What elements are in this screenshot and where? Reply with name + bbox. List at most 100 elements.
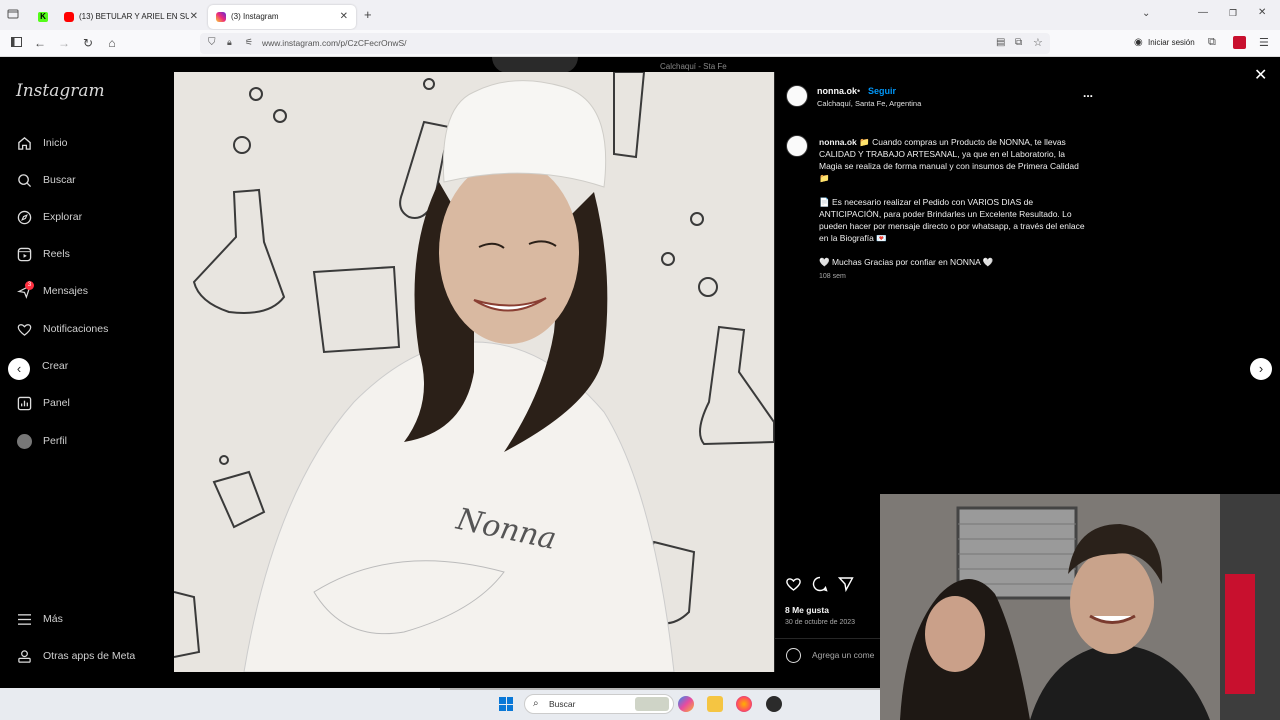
sidebar-item-inicio[interactable]: Inicio: [16, 133, 68, 153]
previous-post-button[interactable]: ‹: [8, 358, 30, 380]
sidebar-item-notificaciones[interactable]: Notificaciones: [16, 319, 108, 339]
reader-view-icon[interactable]: ▤: [996, 37, 1005, 48]
account-icon[interactable]: ◉: [1134, 37, 1143, 48]
follow-button[interactable]: Seguir: [868, 86, 896, 96]
close-icon[interactable]: ✕: [340, 11, 348, 22]
caption-paragraph-1: nonna.ok 📁 Cuando compras un Producto de…: [819, 136, 1089, 184]
sidebar-item-label: Crear: [42, 360, 69, 372]
tab-instagram[interactable]: (3) Instagram ✕: [208, 4, 356, 29]
dot-separator: •: [857, 86, 861, 96]
instagram-icon: [216, 11, 226, 22]
sidebar-item-mas[interactable]: Más: [16, 609, 63, 629]
kick-icon: K: [38, 11, 48, 22]
tab-kick[interactable]: K: [30, 5, 56, 29]
caption-age[interactable]: 108 sem: [819, 271, 1089, 283]
user-avatar[interactable]: [786, 85, 808, 107]
sidebar-item-crear[interactable]: Crear: [42, 356, 68, 376]
restore-icon[interactable]: ❐: [1229, 8, 1237, 19]
like-heart-icon[interactable]: [785, 576, 802, 597]
meta-apps-icon: [16, 648, 32, 664]
minimize-icon[interactable]: —: [1198, 7, 1208, 18]
caption-block: nonna.ok 📁 Cuando compras un Producto de…: [819, 136, 1089, 283]
home-icon[interactable]: ⌂: [105, 36, 119, 50]
taskbar-search-label: Buscar: [549, 699, 576, 709]
sidebar-item-label: Más: [43, 613, 63, 625]
url-text[interactable]: www.instagram.com/p/CzCFecrOnwS/: [262, 38, 407, 48]
next-post-button[interactable]: ›: [1250, 358, 1272, 380]
sidebar-item-meta[interactable]: Otras apps de Meta: [16, 646, 135, 666]
browser-tab-bar: K (13) BETULAR Y ARIEL EN SU S/ ✕ (3) In…: [0, 0, 1280, 30]
sidebar-toggle-icon[interactable]: [9, 36, 23, 50]
close-icon[interactable]: ✕: [190, 11, 198, 22]
more-options-icon[interactable]: ...: [1083, 86, 1093, 100]
browser-toolbar: ← → ↻ ⌂ ⛉ 🔒︎ ⚟ www.instagram.com/p/CzCFe…: [0, 30, 1280, 57]
address-bar[interactable]: ⛉ 🔒︎ ⚟ www.instagram.com/p/CzCFecrOnwS/ …: [200, 33, 1050, 54]
shield-icon[interactable]: ⛉: [208, 37, 216, 48]
tab-instagram-label: (3) Instagram: [231, 12, 279, 21]
taskbar-search[interactable]: ⌕ Buscar: [524, 694, 674, 714]
share-icon[interactable]: [837, 576, 854, 597]
tab-youtube-label: (13) BETULAR Y ARIEL EN SU S/: [79, 12, 189, 21]
sidebar-item-label: Notificaciones: [43, 323, 109, 335]
list-tabs-icon[interactable]: ⌄: [1142, 8, 1150, 19]
caption-username[interactable]: nonna.ok: [819, 137, 857, 147]
instagram-logo[interactable]: Instagram: [16, 81, 105, 101]
screenshot-icon[interactable]: ⧉: [1015, 37, 1022, 48]
sidebar-item-label: Explorar: [43, 211, 83, 223]
firefox-icon[interactable]: [736, 696, 752, 712]
lock-icon[interactable]: 🔒︎: [227, 37, 232, 48]
post-username[interactable]: nonna.ok: [817, 86, 857, 96]
search-icon: [16, 172, 32, 188]
sidebar-item-perfil[interactable]: Perfil: [16, 431, 67, 451]
sidebar-item-buscar[interactable]: Buscar: [16, 170, 76, 190]
sidebar-item-reels[interactable]: Reels: [16, 244, 70, 264]
menu-icon[interactable]: ☰: [1259, 36, 1269, 49]
webcam-image: [880, 494, 1280, 720]
tab-youtube[interactable]: (13) BETULAR Y ARIEL EN SU S/ ✕: [56, 5, 206, 29]
comment-icon[interactable]: [812, 576, 828, 597]
sidebar-item-mensajes[interactable]: 3 Mensajes: [16, 281, 88, 301]
comment-input[interactable]: Agrega un come: [812, 650, 874, 660]
caption-text-2: 📄 Es necesario realizar el Pedido con VA…: [819, 197, 1085, 243]
sidebar-item-label: Reels: [43, 248, 70, 260]
obs-icon[interactable]: [766, 696, 782, 712]
back-icon[interactable]: ←: [33, 36, 47, 50]
close-window-icon[interactable]: ✕: [1258, 7, 1266, 18]
sidebar-item-panel[interactable]: Panel: [16, 393, 70, 413]
forward-icon[interactable]: →: [57, 36, 71, 50]
sidebar-item-label: Inicio: [43, 137, 68, 149]
sidebar-item-label: Buscar: [43, 174, 76, 186]
emoji-icon[interactable]: [786, 648, 801, 663]
messenger-icon: 3: [16, 281, 34, 299]
windows-start-icon[interactable]: [499, 697, 513, 711]
reels-icon: [16, 246, 32, 262]
file-explorer-icon[interactable]: [707, 696, 723, 712]
tab-overview-icon[interactable]: [6, 8, 20, 22]
background-avatar: [492, 57, 578, 73]
bookmark-star-icon[interactable]: ☆: [1033, 36, 1043, 49]
likes-count[interactable]: 8 Me gusta: [785, 605, 829, 615]
login-button[interactable]: Iniciar sesión: [1148, 38, 1195, 47]
extension-badge-icon[interactable]: [1233, 36, 1246, 49]
copilot-icon[interactable]: [678, 696, 694, 712]
extensions-icon[interactable]: ⧉: [1208, 36, 1216, 49]
sidebar-item-label: Perfil: [43, 435, 67, 447]
caption-text-3: 🤍 Muchas Gracias por confiar en NONNA 🤍: [819, 257, 994, 267]
messages-badge: 3: [25, 281, 34, 290]
avatar-icon: [16, 433, 32, 449]
post-photo[interactable]: Nonna: [174, 72, 774, 672]
caption-avatar[interactable]: [786, 135, 808, 157]
heart-icon: [16, 321, 32, 337]
search-highlight-icon: [635, 697, 669, 711]
chef-illustration: [174, 72, 774, 672]
post-location[interactable]: Calchaquí, Santa Fe, Argentina: [817, 99, 921, 108]
reload-icon[interactable]: ↻: [81, 36, 95, 50]
permissions-icon[interactable]: ⚟: [245, 37, 253, 48]
post-date: 30 de octubre de 2023: [785, 619, 856, 626]
close-modal-icon[interactable]: ✕: [1254, 65, 1267, 85]
search-icon: ⌕: [533, 698, 539, 709]
background-location: Calchaquí - Sta Fe: [660, 62, 727, 71]
dashboard-icon: [16, 395, 32, 411]
sidebar-item-explorar[interactable]: Explorar: [16, 207, 82, 227]
new-tab-button[interactable]: +: [364, 7, 372, 22]
